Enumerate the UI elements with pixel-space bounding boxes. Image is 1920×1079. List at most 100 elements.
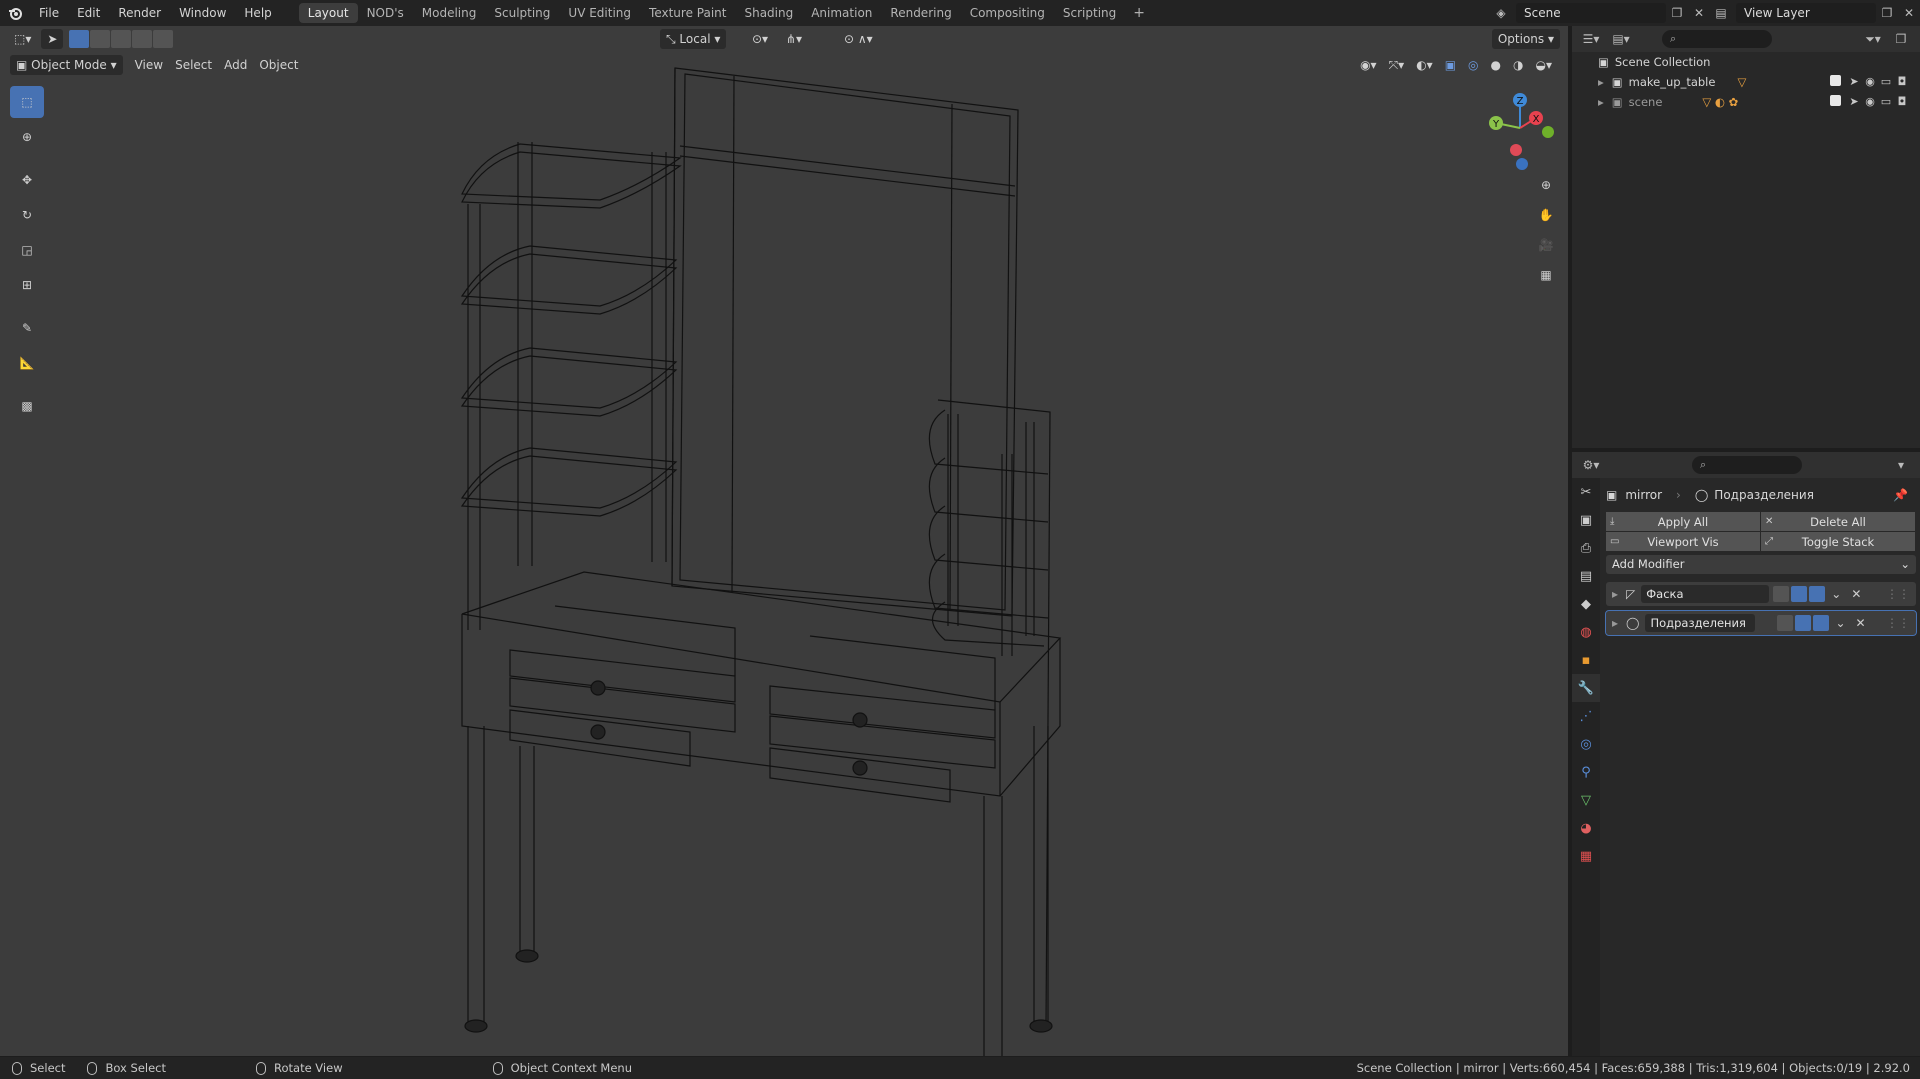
drag-handle-icon[interactable]: ⋮⋮ — [1886, 616, 1910, 630]
select-invert-icon[interactable] — [132, 30, 153, 48]
menu-view[interactable]: View — [129, 55, 169, 75]
overlay-icon[interactable]: ◐▾ — [1410, 55, 1439, 75]
annotate-tool-icon[interactable]: ✎ — [10, 312, 44, 344]
gizmo-neg-y-icon[interactable] — [1542, 126, 1554, 138]
navigation-gizmo[interactable]: Z X Y — [1480, 88, 1560, 178]
outliner-root-row[interactable]: ▣ Scene Collection — [1572, 52, 1920, 72]
add-modifier-dropdown[interactable]: Add Modifier ⌄ — [1606, 555, 1916, 574]
rendered-shading-icon[interactable]: ◒▾ — [1530, 55, 1559, 75]
menu-file[interactable]: File — [30, 0, 68, 26]
data-tab-icon[interactable]: ▽ — [1572, 786, 1600, 814]
viewport-vis-button[interactable]: ▭ Viewport Vis — [1606, 532, 1760, 551]
expand-arrow-icon[interactable]: ▸ — [1612, 616, 1618, 630]
material-shading-icon[interactable]: ◑ — [1507, 55, 1529, 75]
select-tool-icon[interactable]: ➤ — [41, 29, 64, 49]
modifier-panel-bevel[interactable]: ▸ ◸ Фаска ⌄ ✕ ⋮⋮ — [1606, 582, 1916, 606]
properties-editor-icon[interactable]: ⚙▾ — [1580, 455, 1602, 475]
output-tab-icon[interactable]: ⎙ — [1572, 534, 1600, 562]
tab-shading[interactable]: Shading — [735, 3, 802, 23]
view-layer-browse-icon[interactable]: ▤ — [1710, 3, 1732, 23]
tab-animation[interactable]: Animation — [802, 3, 881, 23]
select-subtract-icon[interactable] — [111, 30, 132, 48]
pivot-point-icon[interactable]: ⊙▾ — [746, 29, 774, 49]
eye-icon[interactable]: ◉ — [1862, 75, 1878, 89]
snap-icon[interactable]: ⋔▾ — [780, 29, 808, 49]
measure-tool-icon[interactable]: 📐 — [10, 347, 44, 379]
transform-orientation-dropdown[interactable]: ⤡ Local ▾ — [660, 29, 727, 49]
dropdown-icon[interactable]: ⌄ — [1835, 616, 1845, 630]
gizmo-neg-x-icon[interactable] — [1510, 144, 1522, 156]
filter-icon[interactable]: ⏷▾ — [1862, 29, 1884, 49]
tab-layout[interactable]: Layout — [298, 3, 358, 23]
select-new-icon[interactable] — [69, 30, 90, 48]
wireframe-shading-icon[interactable]: ◎ — [1462, 55, 1484, 75]
pin-icon[interactable]: 📌 — [1893, 488, 1908, 502]
expand-arrow-icon[interactable]: ▸ — [1612, 587, 1618, 601]
texture-tab-icon[interactable]: ▦ — [1572, 842, 1600, 870]
expand-arrow-icon[interactable]: ▸ — [1598, 75, 1604, 89]
visibility-icon[interactable]: ◉▾ — [1354, 55, 1383, 75]
scene-tab-icon[interactable]: ◆ — [1572, 590, 1600, 618]
scale-tool-icon[interactable]: ◲ — [10, 234, 44, 266]
apply-all-button[interactable]: ⤓ Apply All — [1606, 512, 1760, 531]
on-cage-icon[interactable] — [1759, 615, 1776, 631]
scene-browse-icon[interactable]: ◈ — [1490, 3, 1512, 23]
rotate-tool-icon[interactable]: ↻ — [10, 199, 44, 231]
physics-tab-icon[interactable]: ◎ — [1572, 730, 1600, 758]
realtime-icon[interactable] — [1795, 615, 1812, 631]
move-tool-icon[interactable]: ✥ — [10, 164, 44, 196]
cursor-tool-icon[interactable]: ⊕ — [10, 121, 44, 153]
outliner-item[interactable]: ▸ ▣ scene ▽ ◐ ✿ ➤ ◉ ▭ ◘ — [1572, 92, 1920, 112]
options-dropdown[interactable]: Options ▾ — [1491, 29, 1560, 49]
menu-help[interactable]: Help — [235, 0, 280, 26]
include-checkbox[interactable] — [1830, 95, 1846, 109]
pan-hand-icon[interactable]: ✋ — [1533, 202, 1559, 228]
delete-all-button[interactable]: ✕ Delete All — [1761, 512, 1915, 531]
render-tab-icon[interactable]: ▣ — [1572, 506, 1600, 534]
view-layer-field[interactable]: View Layer — [1736, 3, 1876, 23]
render-icon[interactable] — [1813, 615, 1830, 631]
menu-object[interactable]: Object — [253, 55, 304, 75]
monitor-icon[interactable]: ▭ — [1878, 95, 1894, 109]
solid-shading-icon[interactable]: ● — [1485, 55, 1507, 75]
constraints-tab-icon[interactable]: ⚲ — [1572, 758, 1600, 786]
camera-icon[interactable]: 🎥 — [1533, 232, 1559, 258]
tool-tab-icon[interactable]: ✂ — [1572, 478, 1600, 506]
view-layer-tab-icon[interactable]: ▤ — [1572, 562, 1600, 590]
tab-modeling[interactable]: Modeling — [413, 3, 486, 23]
object-mode-dropdown[interactable]: ▣ Object Mode ▾ — [10, 55, 123, 75]
edit-mode-icon[interactable] — [1773, 586, 1790, 602]
properties-search-input[interactable]: ⌕ — [1692, 456, 1802, 474]
monitor-icon[interactable]: ▭ — [1878, 75, 1894, 89]
view-layer-close-icon[interactable]: ✕ — [1898, 3, 1920, 23]
tab-scripting[interactable]: Scripting — [1054, 3, 1125, 23]
selectable-icon[interactable]: ➤ — [1846, 75, 1862, 89]
modifier-name-field[interactable]: Фаска — [1641, 585, 1770, 603]
tab-texture-paint[interactable]: Texture Paint — [640, 3, 735, 23]
selectable-icon[interactable]: ➤ — [1846, 95, 1862, 109]
proportional-edit-icon[interactable]: ⊙ ∧▾ — [838, 29, 879, 49]
gizmo-toggle-icon[interactable]: ⤧▾ — [1383, 55, 1411, 75]
expand-arrow-icon[interactable]: ▸ — [1598, 95, 1604, 109]
edit-mode-icon[interactable] — [1777, 615, 1794, 631]
tab-sculpting[interactable]: Sculpting — [485, 3, 559, 23]
menu-select[interactable]: Select — [169, 55, 218, 75]
drag-handle-icon[interactable]: ⋮⋮ — [1886, 587, 1910, 601]
realtime-icon[interactable] — [1791, 586, 1808, 602]
object-tab-icon[interactable]: ▪ — [1572, 646, 1600, 674]
particles-tab-icon[interactable]: ⋰ — [1572, 702, 1600, 730]
select-extend-icon[interactable] — [90, 30, 111, 48]
view-layer-copy-icon[interactable]: ❐ — [1876, 3, 1898, 23]
render-icon[interactable] — [1809, 586, 1826, 602]
gizmo-neg-z-icon[interactable] — [1516, 158, 1528, 170]
modifier-tab-icon[interactable]: 🔧 — [1572, 674, 1600, 702]
outliner-editor-icon[interactable]: ☰▾ — [1580, 29, 1602, 49]
select-box-tool-icon[interactable]: ⬚ — [10, 86, 44, 118]
dropdown-icon[interactable]: ⌄ — [1831, 587, 1841, 601]
menu-edit[interactable]: Edit — [68, 0, 109, 26]
menu-render[interactable]: Render — [109, 0, 170, 26]
modifier-name-field[interactable]: Подразделения — [1645, 614, 1756, 632]
xray-icon[interactable]: ▣ — [1439, 55, 1462, 75]
scene-close-icon[interactable]: ✕ — [1688, 3, 1710, 23]
include-checkbox[interactable] — [1830, 75, 1846, 89]
